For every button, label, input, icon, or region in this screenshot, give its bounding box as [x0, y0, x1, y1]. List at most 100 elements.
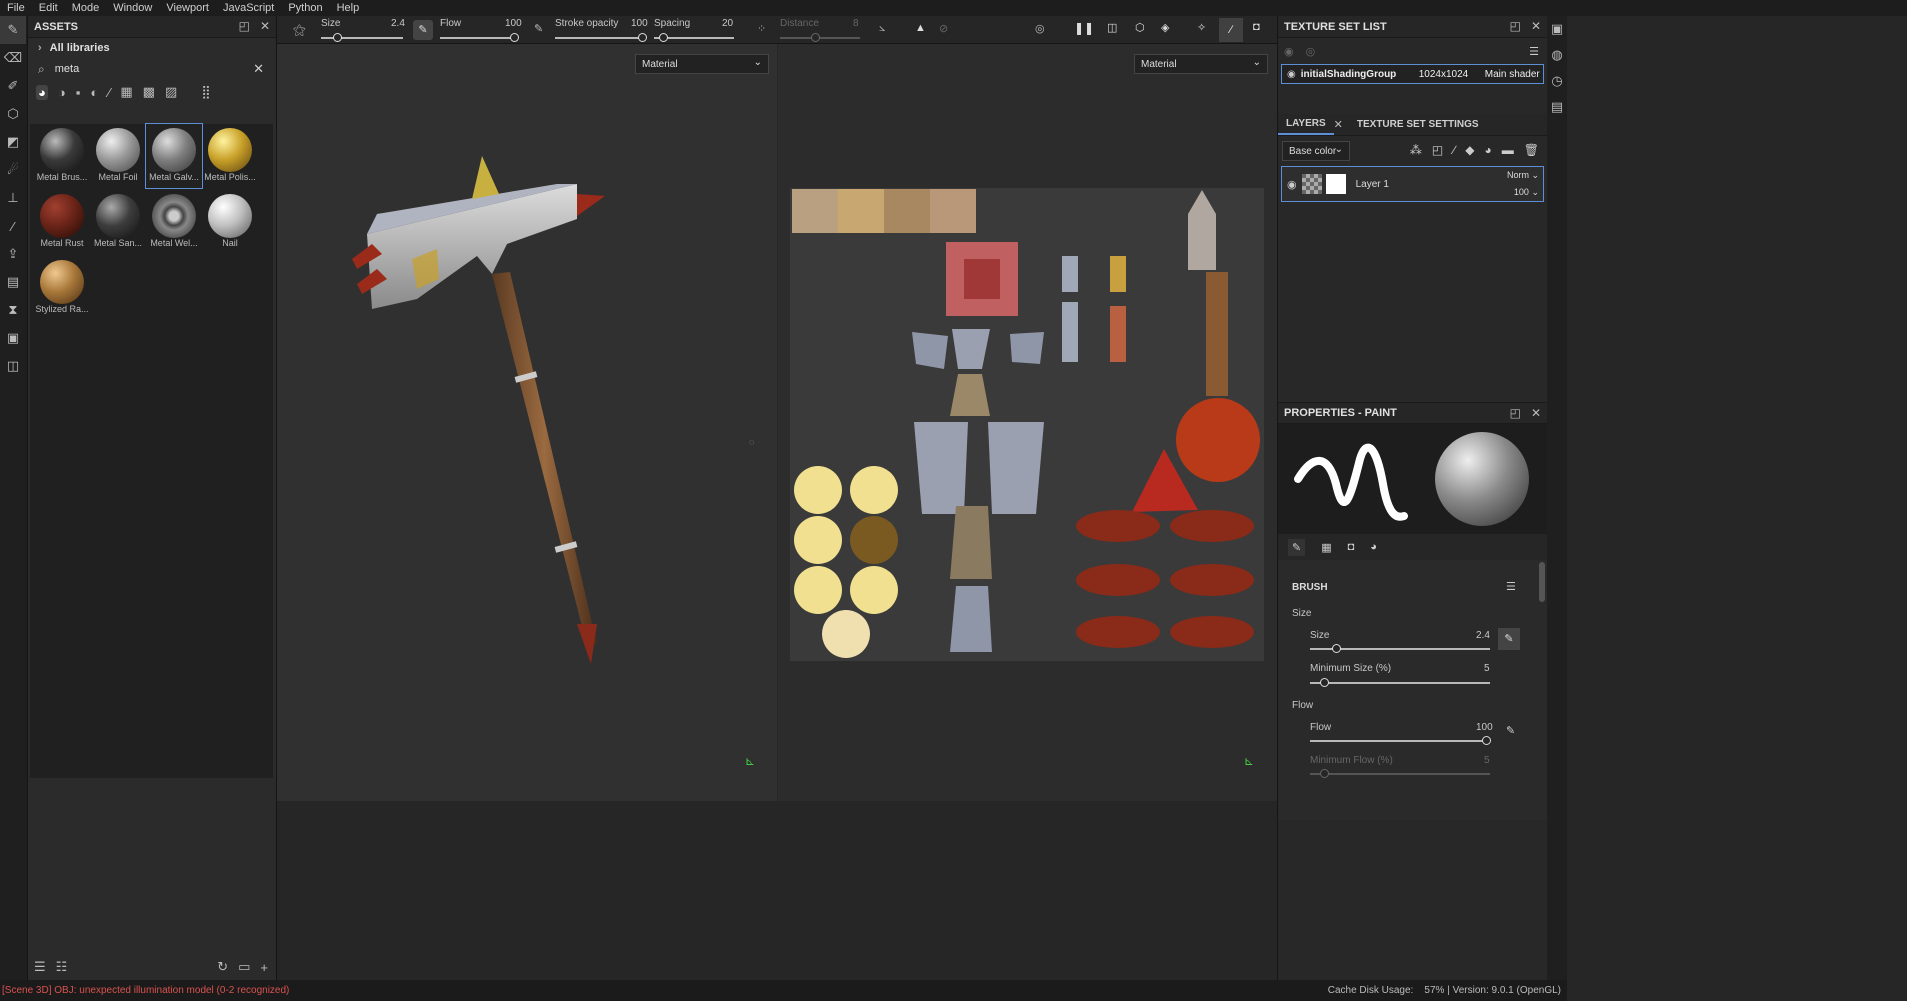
layer-row[interactable]: ◉ Layer 1 Norm ⌄ 100 ⌄	[1281, 166, 1544, 202]
toolbar-flow-slider[interactable]	[440, 37, 518, 39]
display-settings-icon[interactable]: ▣	[1547, 16, 1567, 42]
filter-materials-icon[interactable]: ◕	[36, 84, 48, 100]
material-item[interactable]: Metal Wel...	[146, 190, 202, 254]
menu-python[interactable]: Python	[281, 2, 329, 14]
size-slider-knob[interactable]	[1332, 644, 1341, 653]
toolbar-stroke-opacity-slider[interactable]	[555, 37, 646, 39]
menu-edit[interactable]: Edit	[32, 2, 65, 14]
layer-opacity-dropdown[interactable]: 100 ⌄	[1514, 187, 1539, 198]
log-icon[interactable]: ▤	[1547, 94, 1567, 120]
brush-preset-icon[interactable]: ⚝	[293, 22, 306, 38]
add-fill-layer-icon[interactable]: ◆	[1465, 143, 1474, 157]
polygon-fill-icon[interactable]: ◩	[0, 128, 26, 156]
tab-layers[interactable]: LAYERS	[1278, 114, 1334, 135]
filter-generators-icon[interactable]: ◐	[90, 85, 98, 100]
refresh-icon[interactable]: ↻	[217, 959, 228, 975]
delete-icon[interactable]: 🗑	[1524, 143, 1539, 157]
menu-viewport[interactable]: Viewport	[159, 2, 216, 14]
display-mode-icon[interactable]: ◈	[1161, 21, 1169, 34]
preset-menu-icon[interactable]: ☰	[1506, 580, 1516, 593]
camera-mode-icon[interactable]: ⬡	[1135, 21, 1145, 34]
material-tab-icon[interactable]: ◕	[1370, 541, 1377, 553]
menu-icon[interactable]: ☰	[1529, 45, 1539, 58]
minsize-slider-knob[interactable]	[1320, 678, 1329, 687]
clone-icon[interactable]: ⊥	[0, 184, 26, 212]
add-folder-icon[interactable]: ▬	[1502, 143, 1514, 157]
filter-grunges-icon[interactable]: ▩	[143, 84, 155, 100]
material-item[interactable]: Metal Polis...	[202, 124, 258, 188]
screenshot-icon[interactable]: ◘	[1253, 21, 1260, 33]
menu-window[interactable]: Window	[106, 2, 159, 14]
eye-icon[interactable]: ◉	[1282, 69, 1301, 80]
flow-slider[interactable]	[1310, 740, 1490, 742]
close-icon[interactable]: ✕	[1531, 19, 1541, 33]
minsize-slider[interactable]	[1310, 682, 1490, 684]
alpha-tab-icon[interactable]: ▦	[1321, 541, 1331, 554]
close-icon[interactable]: ✕	[260, 19, 270, 33]
projection-icon[interactable]: ✐	[0, 72, 26, 100]
filter-masks-icon[interactable]: ▪	[76, 85, 81, 100]
properties-scrollbar[interactable]	[1539, 562, 1545, 602]
add-smart-material-icon[interactable]: ◕	[1485, 143, 1492, 157]
new-folder-icon[interactable]: ▭	[238, 959, 250, 975]
minflow-slider[interactable]	[1310, 773, 1490, 775]
material-item[interactable]: Metal Rust	[34, 190, 90, 254]
box-icon[interactable]: ◫	[0, 352, 26, 380]
filter-list-icon[interactable]: ☰	[34, 959, 46, 975]
lazy-mouse-icon[interactable]: ⁘	[757, 22, 766, 35]
add-mask-icon[interactable]: ◰	[1432, 143, 1443, 157]
material-item[interactable]: Stylized Ra...	[34, 256, 90, 320]
brush-tab-icon[interactable]: ✎	[1288, 538, 1306, 556]
shader-settings-icon[interactable]: ◍	[1547, 42, 1567, 68]
add-effect-icon[interactable]: ⁂	[1410, 143, 1422, 157]
paint-mode-icon[interactable]: ∕	[1219, 18, 1243, 42]
size-pressure-icon[interactable]: ✎	[1498, 628, 1520, 650]
search-input[interactable]	[54, 63, 235, 75]
filter-alphas-icon[interactable]: ▦	[120, 84, 132, 100]
tab-texture-set-settings[interactable]: TEXTURE SET SETTINGS	[1349, 115, 1487, 134]
hide-icon[interactable]: ◎	[1035, 22, 1045, 35]
eraser-icon[interactable]: ⌫	[0, 44, 26, 72]
environment-icon[interactable]: ✧	[1197, 21, 1206, 34]
smudge-icon[interactable]: ☄	[0, 156, 26, 184]
clear-search-icon[interactable]: ✕	[253, 61, 264, 77]
channel-dropdown[interactable]: Base color ⌄	[1282, 141, 1350, 161]
add-icon[interactable]: +	[260, 960, 268, 975]
symmetry-icon[interactable]: ▲	[915, 22, 926, 34]
pen-pressure-icon[interactable]: ✎	[413, 20, 433, 40]
hourglass-icon[interactable]: ⧗	[0, 296, 26, 324]
history-icon[interactable]: ◷	[1547, 68, 1567, 94]
line-mode-icon[interactable]: ⦣	[879, 22, 885, 35]
close-icon[interactable]: ✕	[1334, 118, 1343, 131]
layer-blend-dropdown[interactable]: Norm ⌄	[1507, 170, 1539, 181]
menu-file[interactable]: File	[0, 2, 32, 14]
status-error-message[interactable]: [Scene 3D] OBJ: unexpected illumination …	[2, 985, 289, 996]
pause-icon[interactable]: ❚❚	[1074, 21, 1094, 35]
geometry-fill-icon[interactable]: ⬡	[0, 100, 26, 128]
visibility-all-icon[interactable]: ◉	[1284, 45, 1294, 58]
undock-icon[interactable]: ◰	[1510, 406, 1521, 420]
toolbar-spacing-knob[interactable]	[659, 33, 668, 42]
toolbar-size-knob[interactable]	[333, 33, 342, 42]
visibility-toggle-icon[interactable]: ◎	[1306, 45, 1316, 58]
viewport-2d[interactable]: Material ⌄ ⊾	[778, 44, 1277, 801]
export-icon[interactable]: ⇪	[0, 240, 26, 268]
list-view-icon[interactable]: ☷	[56, 959, 68, 975]
grid-view-icon[interactable]: ⣿	[201, 84, 211, 100]
material-item[interactable]: Metal Galv...	[145, 123, 203, 189]
undock-icon[interactable]: ◰	[1510, 19, 1521, 33]
split-view-icon[interactable]: ◫	[1107, 21, 1117, 34]
close-icon[interactable]: ✕	[1531, 406, 1541, 420]
toolbar-stroke-opacity-knob[interactable]	[638, 33, 647, 42]
filter-textures-icon[interactable]: ▨	[165, 84, 177, 100]
filter-brushes-icon[interactable]: ∕	[108, 85, 110, 100]
stencil-tab-icon[interactable]: ◘	[1348, 541, 1355, 553]
material-item[interactable]: Nail	[202, 190, 258, 254]
add-paint-layer-icon[interactable]: ∕	[1453, 143, 1455, 157]
toolbar-distance-knob[interactable]	[811, 33, 820, 42]
texture-set-row[interactable]: ◉ initialShadingGroup 1024x1024 Main sha…	[1281, 64, 1544, 84]
viewport-3d[interactable]: Material ⌄ ⊾ ◌	[277, 44, 777, 801]
bake-icon[interactable]: ▤	[0, 268, 26, 296]
undock-icon[interactable]: ◰	[239, 19, 250, 33]
material-item[interactable]: Metal Brus...	[34, 124, 90, 188]
